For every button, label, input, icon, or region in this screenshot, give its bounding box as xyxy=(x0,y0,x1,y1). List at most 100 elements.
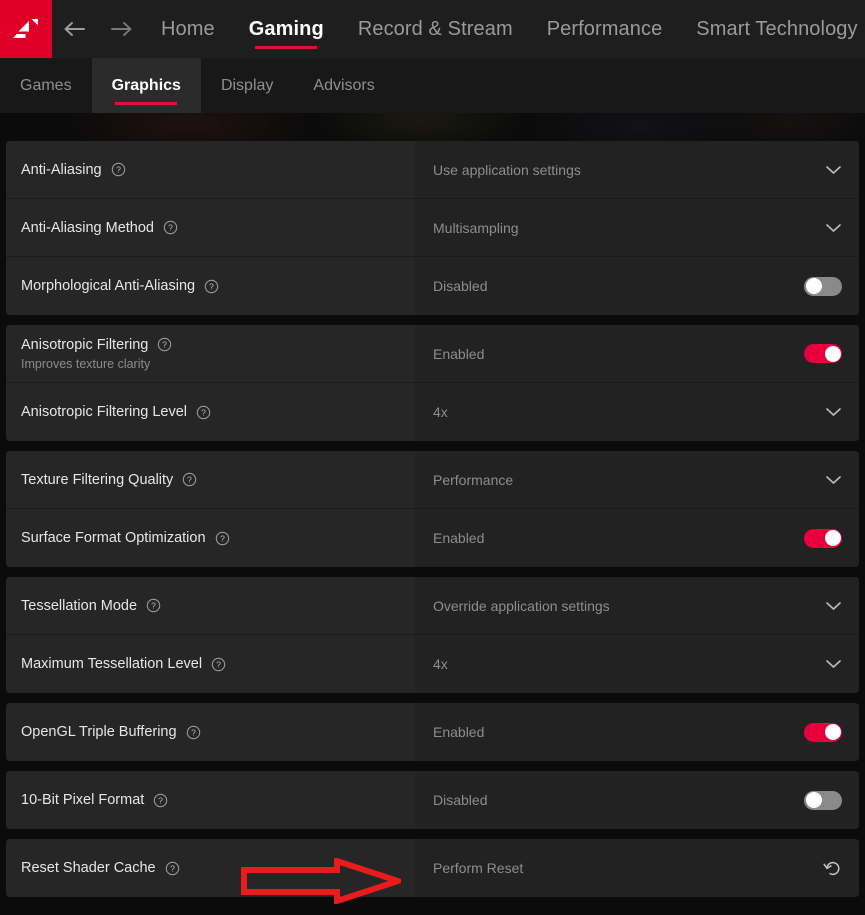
help-circle-icon[interactable]: ? xyxy=(153,793,168,808)
setting-label-cell: Anisotropic Filtering Level? xyxy=(6,383,415,441)
help-circle-icon[interactable]: ? xyxy=(146,598,161,613)
toggle-switch[interactable] xyxy=(804,722,842,742)
nav-item-home[interactable]: Home xyxy=(144,0,232,58)
nav-item-performance[interactable]: Performance xyxy=(530,0,680,58)
toggle-switch[interactable] xyxy=(804,790,842,810)
setting-value: Use application settings xyxy=(433,161,581,178)
chevron-down-icon[interactable] xyxy=(825,659,842,669)
chevron-down-icon[interactable] xyxy=(825,601,842,611)
settings-row[interactable]: Reset Shader Cache? Perform Reset xyxy=(6,839,859,897)
svg-text:?: ? xyxy=(116,165,121,175)
setting-value: Multisampling xyxy=(433,219,519,236)
tab-display[interactable]: Display xyxy=(201,58,293,113)
amd-logo-tile[interactable] xyxy=(0,0,52,58)
setting-value: Enabled xyxy=(433,724,485,740)
setting-value-cell[interactable]: Disabled xyxy=(415,771,859,829)
nav-item-smart-technology[interactable]: Smart Technology xyxy=(679,0,865,58)
setting-value: Override application settings xyxy=(433,597,610,614)
settings-row[interactable]: Maximum Tessellation Level? 4x xyxy=(6,635,859,693)
settings-row[interactable]: Anti-Aliasing? Use application settings xyxy=(6,141,859,199)
setting-value-cell[interactable]: Perform Reset xyxy=(415,839,859,897)
settings-row[interactable]: 10-Bit Pixel Format? Disabled xyxy=(6,771,859,829)
setting-value: Enabled xyxy=(433,345,485,362)
chevron-down-icon[interactable] xyxy=(825,165,842,175)
svg-text:?: ? xyxy=(151,601,156,611)
arrow-left-icon xyxy=(63,20,87,38)
svg-text:?: ? xyxy=(168,223,173,233)
toggle-switch[interactable] xyxy=(804,344,842,363)
settings-group: 10-Bit Pixel Format? Disabled xyxy=(6,771,859,829)
settings-scroll-area[interactable]: Anti-Aliasing? Use application settings An… xyxy=(0,141,865,907)
help-circle-icon[interactable]: ? xyxy=(215,531,230,546)
settings-row[interactable]: Anti-Aliasing Method? Multisampling xyxy=(6,199,859,257)
chevron-down-icon[interactable] xyxy=(825,407,842,417)
help-circle-icon[interactable]: ? xyxy=(204,279,219,294)
setting-value-cell[interactable]: Use application settings xyxy=(415,141,859,198)
svg-text:?: ? xyxy=(220,533,225,543)
nav-item-gaming[interactable]: Gaming xyxy=(232,0,341,58)
svg-text:?: ? xyxy=(170,863,175,873)
tab-games[interactable]: Games xyxy=(0,58,92,113)
chevron-down-icon[interactable] xyxy=(825,475,842,485)
back-button[interactable] xyxy=(52,0,98,58)
settings-row[interactable]: OpenGL Triple Buffering? Enabled xyxy=(6,703,859,761)
settings-group: Reset Shader Cache? Perform Reset xyxy=(6,839,859,897)
setting-label: Tessellation Mode xyxy=(21,597,138,614)
reset-rotate-icon[interactable] xyxy=(823,859,842,878)
setting-label: Anisotropic Filtering Level xyxy=(21,404,188,420)
settings-row[interactable]: Anisotropic Filtering Level? 4x xyxy=(6,383,859,441)
setting-label-cell: Tessellation Mode? xyxy=(6,577,415,634)
setting-label-cell: 10-Bit Pixel Format? xyxy=(6,771,415,829)
setting-value: 4x xyxy=(433,404,448,420)
toggle-switch[interactable] xyxy=(804,276,842,296)
settings-row[interactable]: Surface Format Optimization? Enabled xyxy=(6,509,859,567)
setting-value-cell[interactable]: Enabled xyxy=(415,509,859,567)
setting-value-cell[interactable]: Enabled xyxy=(415,703,859,761)
setting-value-cell[interactable]: Performance xyxy=(415,451,859,508)
setting-value-cell[interactable]: 4x xyxy=(415,383,859,441)
setting-value-cell[interactable]: Enabled xyxy=(415,325,859,382)
setting-value-cell[interactable]: 4x xyxy=(415,635,859,693)
chevron-down-icon[interactable] xyxy=(825,223,842,233)
setting-label-cell: Texture Filtering Quality? xyxy=(6,451,415,508)
setting-value: Perform Reset xyxy=(433,860,524,876)
toggle-switch[interactable] xyxy=(804,528,842,548)
settings-row[interactable]: Anisotropic Filtering? Improves texture c… xyxy=(6,325,859,383)
tab-advisors[interactable]: Advisors xyxy=(293,58,394,113)
setting-value-cell[interactable]: Multisampling xyxy=(415,199,859,256)
svg-text:?: ? xyxy=(187,475,192,485)
setting-label-cell: OpenGL Triple Buffering? xyxy=(6,703,415,761)
help-circle-icon[interactable]: ? xyxy=(186,725,201,740)
toggle-knob xyxy=(805,792,822,808)
help-circle-icon[interactable]: ? xyxy=(165,861,180,876)
forward-button[interactable] xyxy=(98,0,144,58)
settings-row[interactable]: Tessellation Mode? Override application s… xyxy=(6,577,859,635)
setting-sublabel: Improves texture clarity xyxy=(21,356,151,371)
setting-label-cell: Morphological Anti-Aliasing? xyxy=(6,257,415,315)
setting-value-cell[interactable]: Override application settings xyxy=(415,577,859,634)
tab-graphics[interactable]: Graphics xyxy=(91,58,201,113)
setting-value: Performance xyxy=(433,471,514,488)
radeon-software-window: Home Gaming Record & Stream Performance … xyxy=(0,0,865,915)
help-circle-icon[interactable]: ? xyxy=(196,405,211,420)
help-circle-icon[interactable]: ? xyxy=(111,162,126,177)
help-circle-icon[interactable]: ? xyxy=(211,657,226,672)
setting-value-cell[interactable]: Disabled xyxy=(415,257,859,315)
arrow-right-icon xyxy=(109,20,133,38)
setting-label: Anti-Aliasing Method xyxy=(21,219,154,236)
settings-row[interactable]: Morphological Anti-Aliasing? Disabled xyxy=(6,257,859,315)
svg-text:?: ? xyxy=(209,281,214,291)
settings-group: Texture Filtering Quality? Performance Sur… xyxy=(6,451,859,567)
nav-item-record-stream[interactable]: Record & Stream xyxy=(341,0,530,58)
help-circle-icon[interactable]: ? xyxy=(182,472,197,487)
toggle-knob xyxy=(805,278,822,294)
help-circle-icon[interactable]: ? xyxy=(163,220,178,235)
settings-row[interactable]: Texture Filtering Quality? Performance xyxy=(6,451,859,509)
settings-group: Tessellation Mode? Override application s… xyxy=(6,577,859,693)
help-circle-icon[interactable]: ? xyxy=(157,337,172,352)
setting-label-cell: Surface Format Optimization? xyxy=(6,509,415,567)
settings-group: Anisotropic Filtering? Improves texture c… xyxy=(6,325,859,441)
top-nav-items: Home Gaming Record & Stream Performance … xyxy=(144,0,865,58)
setting-label-cell: Anisotropic Filtering? Improves texture c… xyxy=(6,325,415,382)
setting-label: Texture Filtering Quality xyxy=(21,471,174,488)
